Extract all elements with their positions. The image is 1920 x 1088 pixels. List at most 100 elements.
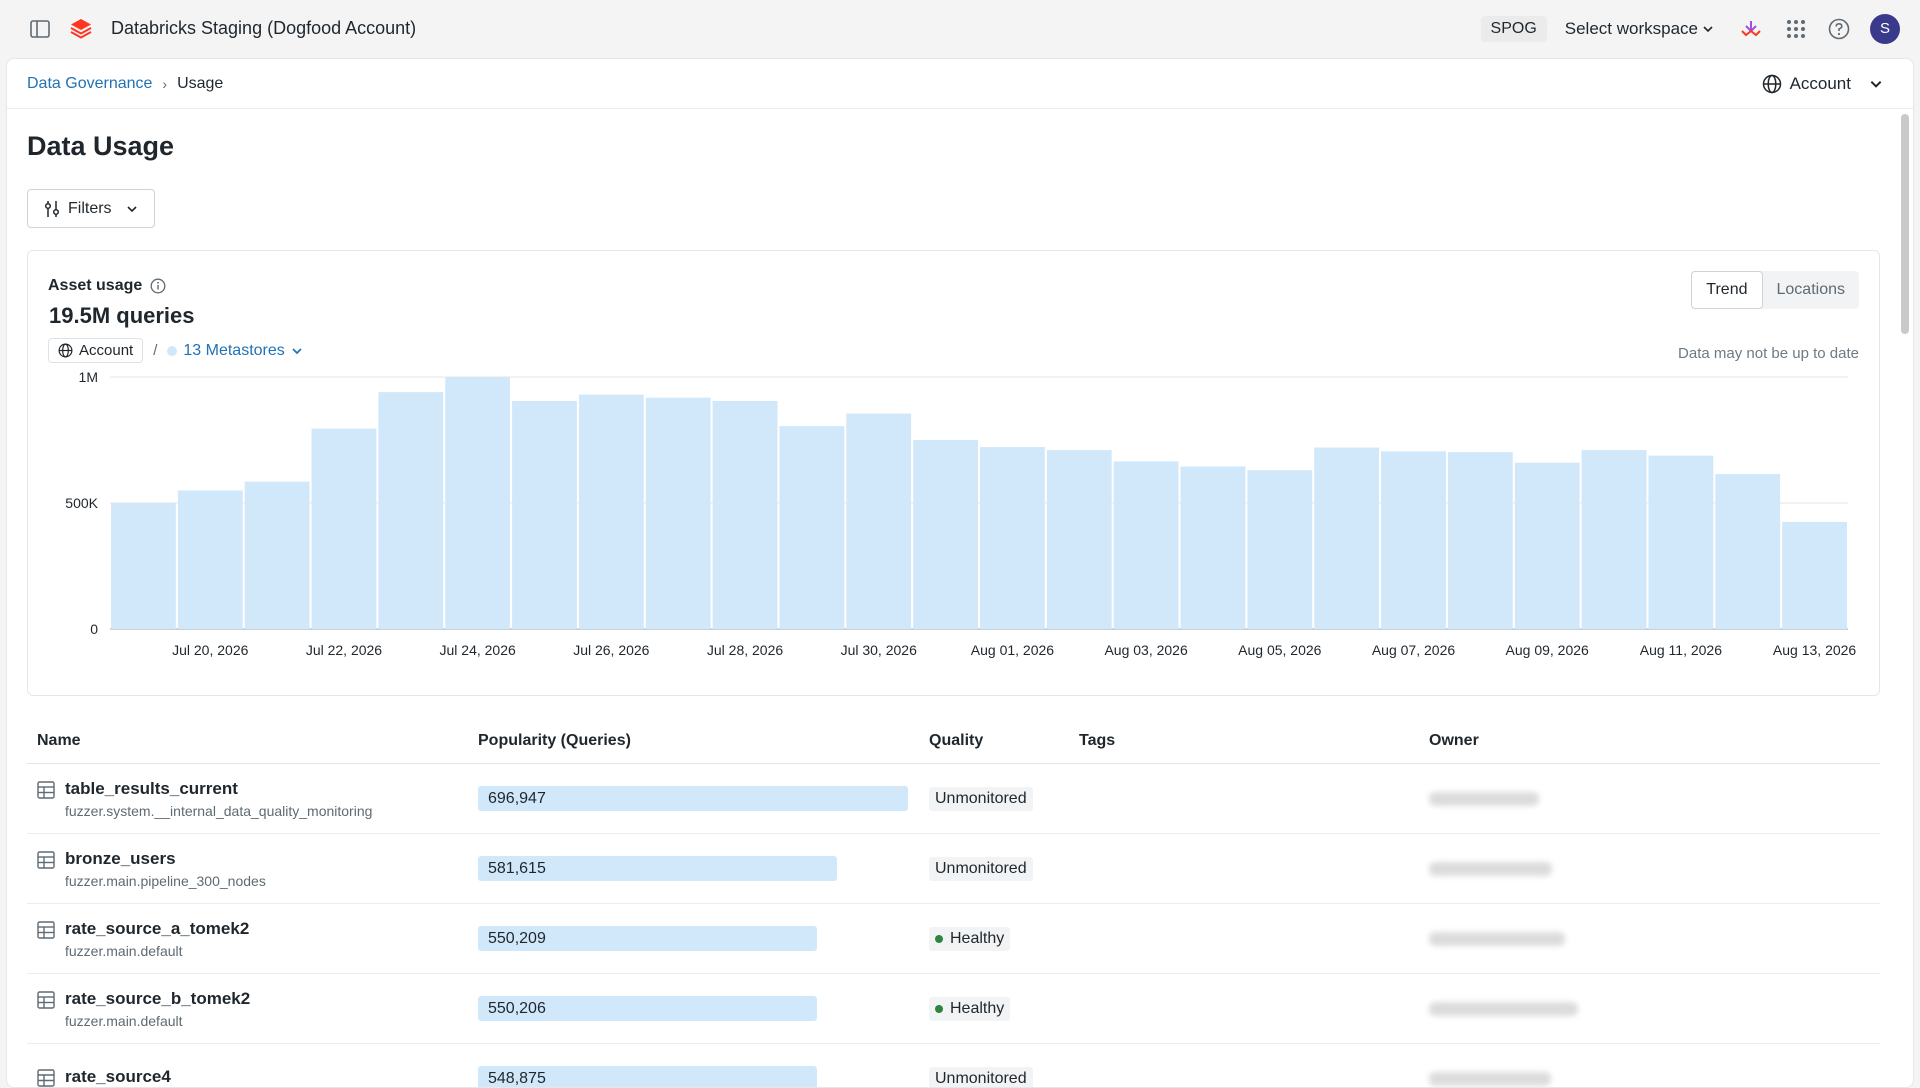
- popularity-value: 581,615: [488, 860, 546, 878]
- usage-bar[interactable]: [846, 414, 911, 629]
- y-tick-label: 0: [90, 621, 98, 637]
- usage-bar[interactable]: [512, 401, 577, 629]
- usage-bar[interactable]: [111, 503, 176, 629]
- view-toggle: Trend Locations: [1691, 271, 1859, 309]
- owner-cell: [1429, 1002, 1880, 1016]
- asset-usage-card: Asset usage 19.5M queries Account / 13 M…: [27, 250, 1880, 696]
- owner-cell: [1429, 862, 1880, 876]
- toggle-trend[interactable]: Trend: [1691, 271, 1762, 309]
- apps-grid-icon[interactable]: [1786, 19, 1806, 39]
- asset-name-cell: table_results_current fuzzer.system.__in…: [27, 779, 478, 819]
- main-panel: Data Governance › Usage Account Data Usa…: [6, 58, 1914, 1088]
- x-tick-label: Aug 01, 2026: [971, 642, 1055, 658]
- usage-bar[interactable]: [1047, 450, 1112, 629]
- usage-bar[interactable]: [378, 392, 443, 629]
- scrollbar-thumb[interactable]: [1901, 114, 1909, 334]
- x-tick-label: Aug 03, 2026: [1104, 642, 1188, 658]
- table-icon: [37, 1069, 55, 1087]
- usage-bar[interactable]: [1314, 448, 1379, 629]
- globe-icon: [58, 343, 73, 358]
- usage-bar-chart: 1M500K0Jul 20, 2026Jul 22, 2026Jul 24, 2…: [28, 363, 1879, 693]
- usage-bar[interactable]: [1114, 461, 1179, 629]
- table-row[interactable]: table_results_current fuzzer.system.__in…: [27, 764, 1880, 834]
- info-icon[interactable]: [150, 278, 166, 294]
- usage-bar[interactable]: [913, 440, 978, 629]
- popularity-bar: 581,615: [478, 856, 837, 881]
- table-row[interactable]: rate_source_a_tomek2 fuzzer.main.default…: [27, 904, 1880, 974]
- healthy-dot-icon: [935, 1005, 943, 1013]
- quality-badge: Healthy: [929, 927, 1010, 951]
- usage-bar[interactable]: [1247, 470, 1312, 629]
- col-header-tags[interactable]: Tags: [1079, 732, 1429, 750]
- usage-bar[interactable]: [1181, 466, 1246, 629]
- asset-usage-total: 19.5M queries: [49, 303, 195, 329]
- toggle-locations[interactable]: Locations: [1763, 271, 1860, 309]
- top-bar: Databricks Staging (Dogfood Account) SPO…: [0, 0, 1920, 57]
- popularity-value: 550,209: [488, 930, 546, 948]
- usage-bar[interactable]: [713, 401, 778, 629]
- asset-name-link[interactable]: bronze_users: [65, 849, 266, 869]
- usage-bar[interactable]: [445, 377, 510, 629]
- popularity-value: 550,206: [488, 1000, 546, 1018]
- table-icon: [37, 921, 55, 939]
- quality-label: Healthy: [950, 930, 1004, 948]
- usage-bar[interactable]: [1715, 474, 1780, 629]
- usage-bar[interactable]: [245, 482, 310, 629]
- account-scope-label: Account: [1790, 74, 1851, 94]
- usage-bar[interactable]: [1582, 450, 1647, 629]
- assistant-icon[interactable]: [1740, 19, 1762, 39]
- asset-name-link[interactable]: rate_source_b_tomek2: [65, 989, 250, 1009]
- asset-usage-label: Asset usage: [48, 277, 166, 295]
- usage-bar[interactable]: [1448, 452, 1513, 629]
- asset-path: fuzzer.main.pipeline_300_nodes: [65, 873, 266, 889]
- asset-path: fuzzer.main.default: [65, 943, 249, 959]
- help-icon[interactable]: [1828, 18, 1850, 40]
- usage-bar[interactable]: [1648, 456, 1713, 629]
- table-icon: [37, 781, 55, 799]
- usage-bar[interactable]: [779, 426, 844, 629]
- asset-name-cell: bronze_users fuzzer.main.pipeline_300_no…: [27, 849, 478, 889]
- col-header-popularity[interactable]: Popularity (Queries): [478, 732, 929, 750]
- scope-account-chip[interactable]: Account: [48, 338, 143, 363]
- table-row[interactable]: rate_source4 548,875 Unmonitored: [27, 1044, 1880, 1088]
- x-tick-label: Aug 07, 2026: [1372, 642, 1456, 658]
- col-header-name[interactable]: Name: [27, 732, 478, 750]
- quality-badge: Unmonitored: [929, 787, 1033, 811]
- account-scope-selector[interactable]: Account: [1762, 59, 1883, 109]
- usage-bar[interactable]: [579, 395, 644, 629]
- col-header-quality[interactable]: Quality: [929, 732, 1079, 750]
- usage-bar[interactable]: [646, 398, 711, 629]
- table-row[interactable]: rate_source_b_tomek2 fuzzer.main.default…: [27, 974, 1880, 1044]
- user-avatar[interactable]: S: [1870, 14, 1900, 44]
- popularity-cell: 550,206: [478, 996, 929, 1021]
- owner-redacted: [1429, 792, 1539, 806]
- asset-name-link[interactable]: rate_source4: [65, 1067, 171, 1087]
- filters-button[interactable]: Filters: [27, 189, 155, 228]
- table-row[interactable]: bronze_users fuzzer.main.pipeline_300_no…: [27, 834, 1880, 904]
- app-title: Databricks Staging (Dogfood Account): [111, 18, 416, 39]
- usage-bar[interactable]: [178, 490, 243, 629]
- x-tick-label: Jul 24, 2026: [440, 642, 516, 658]
- owner-redacted: [1429, 1072, 1551, 1086]
- popularity-cell: 548,875: [478, 1066, 929, 1088]
- y-tick-label: 1M: [79, 369, 98, 385]
- x-tick-label: Jul 26, 2026: [573, 642, 649, 658]
- x-tick-label: Aug 13, 2026: [1773, 642, 1857, 658]
- asset-name-link[interactable]: rate_source_a_tomek2: [65, 919, 249, 939]
- x-tick-label: Jul 28, 2026: [707, 642, 783, 658]
- workspace-selector[interactable]: Select workspace: [1565, 19, 1714, 39]
- usage-bar[interactable]: [1782, 522, 1847, 629]
- metastores-dropdown[interactable]: 13 Metastores: [167, 342, 302, 360]
- scope-account-label: Account: [79, 342, 133, 359]
- asset-usage-title: Asset usage: [48, 277, 142, 295]
- usage-bar[interactable]: [312, 429, 377, 629]
- usage-bar[interactable]: [980, 447, 1045, 629]
- usage-bar[interactable]: [1381, 451, 1446, 629]
- quality-cell: Unmonitored: [929, 1067, 1079, 1088]
- asset-name-link[interactable]: table_results_current: [65, 779, 372, 799]
- breadcrumb-data-governance[interactable]: Data Governance: [27, 75, 152, 93]
- sidebar-toggle-icon[interactable]: [29, 18, 51, 40]
- usage-bar[interactable]: [1515, 463, 1580, 629]
- databricks-logo-icon[interactable]: [69, 17, 93, 41]
- col-header-owner[interactable]: Owner: [1429, 732, 1880, 750]
